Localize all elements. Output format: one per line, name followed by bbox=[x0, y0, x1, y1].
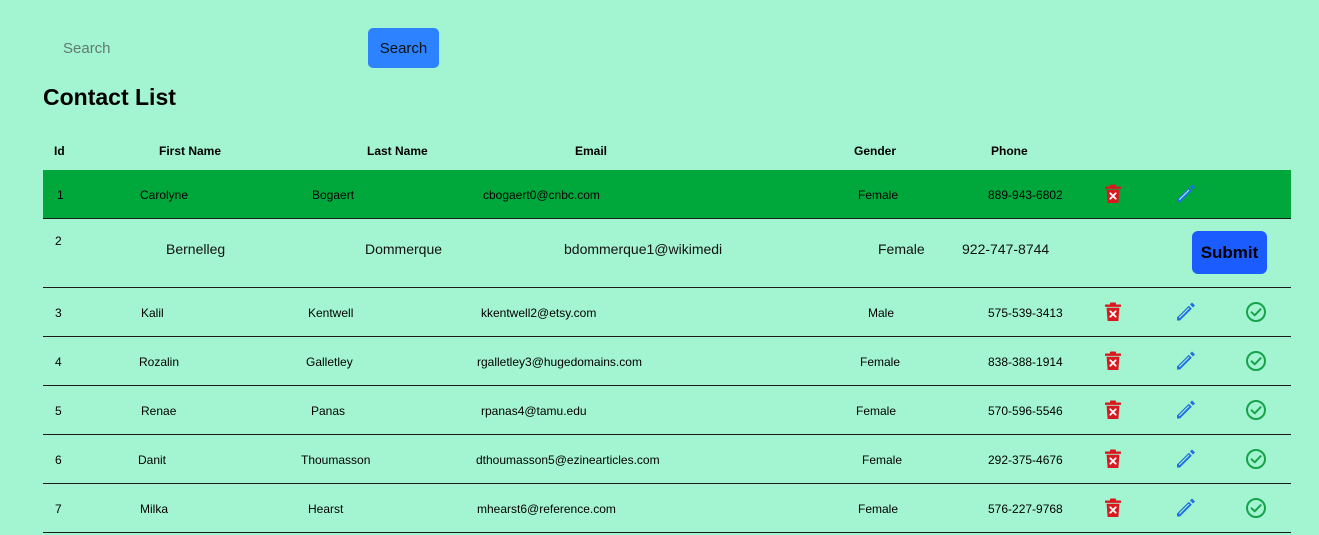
cell-first-name: Rozalin bbox=[139, 355, 180, 369]
check-circle-icon bbox=[1246, 351, 1266, 371]
cell-gender: Female bbox=[858, 502, 899, 516]
trash-icon bbox=[1105, 449, 1121, 468]
cell-last-name: Hearst bbox=[308, 502, 344, 516]
last-name-input[interactable] bbox=[365, 239, 525, 259]
cell-email: rgalletley3@hugedomains.com bbox=[477, 355, 642, 369]
trash-icon bbox=[1105, 184, 1121, 203]
cell-last-name: Thoumasson bbox=[301, 453, 371, 467]
cell-phone: 838-388-1914 bbox=[988, 355, 1063, 369]
table-row[interactable]: 2 Submit bbox=[43, 219, 1291, 288]
confirm-button[interactable] bbox=[1245, 399, 1267, 421]
delete-button[interactable] bbox=[1102, 448, 1124, 470]
cell-first-name: Milka bbox=[140, 502, 169, 516]
delete-button[interactable] bbox=[1102, 350, 1124, 372]
table-row[interactable]: 7 Milka Hearst mhearst6@reference.com Female… bbox=[43, 484, 1291, 533]
column-header-first-name: First Name bbox=[159, 144, 222, 158]
cell-id: 6 bbox=[55, 453, 62, 467]
cell-email: mhearst6@reference.com bbox=[477, 502, 616, 516]
cell-gender: Female bbox=[858, 188, 899, 202]
cell-phone: 576-227-9768 bbox=[988, 502, 1063, 516]
trash-icon bbox=[1105, 302, 1121, 321]
cell-last-name: Panas bbox=[311, 404, 346, 418]
cell-phone: 889-943-6802 bbox=[988, 188, 1063, 202]
pencil-icon bbox=[1177, 498, 1195, 517]
edit-button[interactable] bbox=[1174, 301, 1196, 323]
pencil-icon bbox=[1177, 400, 1195, 419]
check-circle-icon bbox=[1246, 302, 1266, 322]
trash-icon bbox=[1105, 400, 1121, 419]
cell-first-name: Renae bbox=[141, 404, 177, 418]
cell-email: rpanas4@tamu.edu bbox=[481, 404, 587, 418]
delete-button[interactable] bbox=[1102, 399, 1124, 421]
column-header-phone: Phone bbox=[991, 144, 1028, 158]
first-name-input[interactable] bbox=[166, 239, 326, 259]
cell-email: dthoumasson5@ezinearticles.com bbox=[476, 453, 660, 467]
edit-button[interactable] bbox=[1174, 399, 1196, 421]
cell-phone: 292-375-4676 bbox=[988, 453, 1063, 467]
submit-button[interactable]: Submit bbox=[1192, 231, 1267, 274]
trash-icon bbox=[1105, 351, 1121, 370]
check-circle-icon bbox=[1246, 449, 1266, 469]
search-button[interactable]: Search bbox=[368, 28, 439, 68]
edit-button[interactable] bbox=[1174, 350, 1196, 372]
cell-last-name: Kentwell bbox=[308, 306, 354, 320]
check-circle-icon bbox=[1246, 498, 1266, 518]
delete-button[interactable] bbox=[1102, 497, 1124, 519]
cell-gender: Female bbox=[856, 404, 897, 418]
pencil-icon bbox=[1177, 351, 1195, 370]
confirm-button[interactable] bbox=[1245, 301, 1267, 323]
table-row[interactable]: 6 Danit Thoumasson dthoumasson5@ezinearticl… bbox=[43, 435, 1291, 484]
cell-first-name: Danit bbox=[138, 453, 167, 467]
pencil-icon bbox=[1177, 184, 1195, 203]
confirm-button[interactable] bbox=[1245, 350, 1267, 372]
pencil-icon bbox=[1177, 302, 1195, 321]
pencil-icon bbox=[1177, 449, 1195, 468]
confirm-button[interactable] bbox=[1245, 497, 1267, 519]
delete-button[interactable] bbox=[1102, 301, 1124, 323]
cell-phone: 575-539-3413 bbox=[988, 306, 1063, 320]
delete-button[interactable] bbox=[1102, 183, 1124, 205]
cell-email: cbogaert0@cnbc.com bbox=[483, 188, 600, 202]
email-input[interactable] bbox=[564, 239, 722, 259]
edit-button[interactable] bbox=[1174, 183, 1196, 205]
cell-last-name: Bogaert bbox=[312, 188, 355, 202]
confirm-button[interactable] bbox=[1245, 448, 1267, 470]
cell-last-name: Galletley bbox=[306, 355, 353, 369]
trash-icon bbox=[1105, 498, 1121, 517]
page-title: Contact List bbox=[43, 84, 176, 110]
column-header-gender: Gender bbox=[854, 144, 897, 158]
cell-first-name: Carolyne bbox=[140, 188, 189, 202]
cell-first-name: Kalil bbox=[141, 306, 164, 320]
cell-gender: Female bbox=[860, 355, 901, 369]
cell-id: 3 bbox=[55, 306, 62, 320]
table-row[interactable]: 1 Carolyne Bogaert cbogaert0@cnbc.com Female… bbox=[43, 170, 1291, 219]
table-row[interactable]: 3 Kalil Kentwell kkentwell2@etsy.com Male 575… bbox=[43, 288, 1291, 337]
cell-id: 2 bbox=[55, 234, 62, 248]
table-row[interactable]: 4 Rozalin Galletley rgalletley3@hugedomains… bbox=[43, 337, 1291, 386]
column-header-id: Id bbox=[54, 144, 65, 158]
edit-button[interactable] bbox=[1174, 497, 1196, 519]
cell-gender: Male bbox=[868, 306, 895, 320]
cell-email: kkentwell2@etsy.com bbox=[481, 306, 597, 320]
column-header-email: Email bbox=[575, 144, 608, 158]
cell-id: 4 bbox=[55, 355, 62, 369]
search-input[interactable] bbox=[44, 28, 344, 68]
cell-id: 1 bbox=[57, 188, 64, 202]
cell-id: 5 bbox=[55, 404, 62, 418]
cell-id: 7 bbox=[55, 502, 62, 516]
table-row[interactable]: 5 Renae Panas rpanas4@tamu.edu Female 570-596… bbox=[43, 386, 1291, 435]
cell-phone: 570-596-5546 bbox=[988, 404, 1063, 418]
gender-input[interactable] bbox=[878, 239, 948, 259]
edit-button[interactable] bbox=[1174, 448, 1196, 470]
check-circle-icon bbox=[1246, 400, 1266, 420]
phone-input[interactable] bbox=[962, 239, 1072, 259]
column-header-last-name: Last Name bbox=[367, 144, 428, 158]
cell-gender: Female bbox=[862, 453, 903, 467]
